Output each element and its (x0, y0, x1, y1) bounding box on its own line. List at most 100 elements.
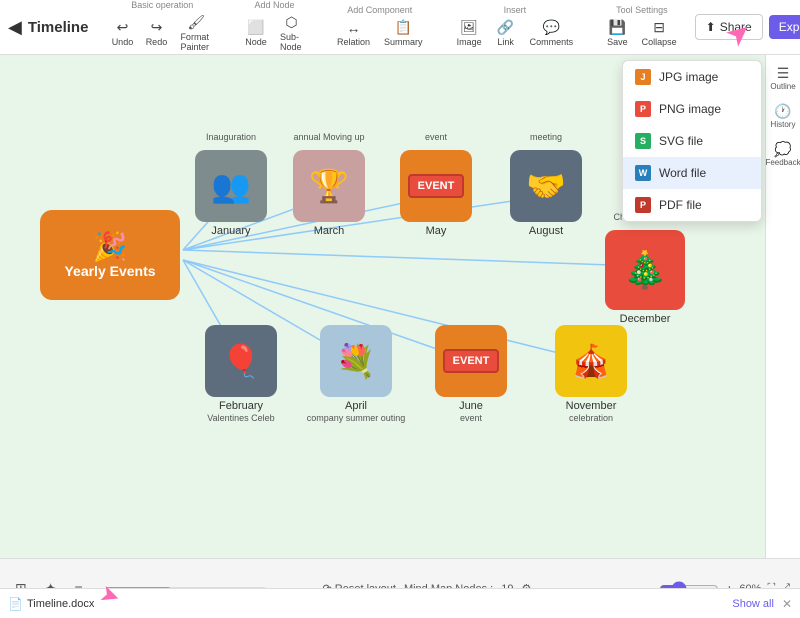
may-box: EVENT (400, 150, 472, 222)
april-box: 💐 (320, 325, 392, 397)
export-label: Export (779, 20, 800, 34)
february-box: 🎈 (205, 325, 277, 397)
history-icon: 🕐 (774, 103, 791, 120)
subnode-button[interactable]: ⬡Sub-Node (276, 12, 307, 54)
node-august[interactable]: meeting 🤝 August (510, 150, 582, 237)
april-label: April (345, 400, 367, 412)
node-march[interactable]: annual Moving up 🏆 March (293, 150, 365, 237)
redo-button[interactable]: ↪Redo (142, 17, 170, 49)
pdf-label: PDF file (659, 198, 702, 212)
export-png[interactable]: P PNG image (623, 93, 761, 125)
side-panel: ☰ Outline 🕐 History 💭 Feedback (765, 55, 800, 558)
caption-valentines: Valentines Celeb (207, 413, 274, 423)
history-button[interactable]: 🕐 History (766, 99, 800, 133)
node-january[interactable]: Inauguration 👥 January (195, 150, 267, 237)
jpg-label: JPG image (659, 70, 718, 84)
file-tab-close-button[interactable]: ✕ (782, 597, 792, 611)
june-box: EVENT (435, 325, 507, 397)
may-label: May (426, 225, 447, 237)
toolbar-group-basic: Basic operation ↩Undo ↪Redo 🖌Format Pain… (108, 0, 216, 54)
group-label-insert: Insert (504, 5, 527, 15)
april-icon: 💐 (336, 342, 376, 380)
december-label: December (620, 313, 671, 325)
central-node-label: Yearly Events (64, 263, 155, 280)
node-february[interactable]: 🎈 February Valentines Celeb (205, 325, 277, 412)
august-icon: 🤝 (526, 167, 566, 205)
back-button[interactable]: ◀ (8, 17, 22, 38)
comments-button[interactable]: 💬Comments (526, 17, 578, 49)
toolbar-group-addnode: Add Node ⬜Node ⬡Sub-Node (242, 0, 307, 54)
november-icon: 🎪 (571, 342, 611, 380)
share-icon: ⬆ (706, 20, 716, 34)
toolbar-group-addcomp: Add Component ↔Relation 📋Summary (333, 5, 427, 49)
node-april[interactable]: 💐 April company summer outing (320, 325, 392, 412)
relation-button[interactable]: ↔Relation (333, 18, 374, 49)
caption-june-event: event (460, 413, 482, 423)
file-tab: 📄 Timeline.docx Show all ✕ (0, 588, 800, 618)
march-icon: 🏆 (309, 167, 349, 205)
caption-celebration: celebration (569, 413, 613, 423)
january-icon: 👥 (211, 167, 251, 205)
outline-label: Outline (770, 82, 795, 91)
june-label: June (459, 400, 483, 412)
export-button[interactable]: Export (769, 15, 800, 39)
export-dropdown: J JPG image P PNG image S SVG file W Wor… (622, 60, 762, 222)
caption-summer: company summer outing (307, 413, 406, 423)
file-tab-name: Timeline.docx (27, 598, 94, 610)
svg-icon: S (635, 133, 651, 149)
jpg-icon: J (635, 69, 651, 85)
toolbar-group-insert: Insert 🖼Image 🔗Link 💬Comments (453, 5, 578, 49)
image-button[interactable]: 🖼Image (453, 17, 486, 49)
pdf-icon: P (635, 197, 651, 213)
export-word[interactable]: W Word file (623, 157, 761, 189)
node-december[interactable]: Christmas party 🎄 December (605, 230, 685, 325)
save-button[interactable]: 💾Save (603, 17, 632, 49)
feedback-icon: 💭 (774, 141, 791, 158)
show-all-button[interactable]: Show all (732, 598, 774, 610)
file-icon: 📄 (8, 597, 23, 611)
november-label: November (566, 400, 617, 412)
august-box: 🤝 (510, 150, 582, 222)
toolbar-group-tools: Tool Settings 💾Save ⊟Collapse (603, 5, 681, 49)
node-button[interactable]: ⬜Node (242, 17, 270, 49)
node-june[interactable]: EVENT June event (435, 325, 507, 412)
png-label: PNG image (659, 102, 721, 116)
link-button[interactable]: 🔗Link (492, 17, 520, 49)
november-box: 🎪 (555, 325, 627, 397)
format-painter-button[interactable]: 🖌Format Painter (176, 12, 216, 54)
toolbar: ◀ Timeline Basic operation ↩Undo ↪Redo 🖌… (0, 0, 800, 55)
central-node[interactable]: 🎉 Yearly Events (40, 210, 180, 300)
group-label-addcomp: Add Component (347, 5, 412, 15)
caption-annual: annual Moving up (293, 132, 364, 142)
outline-button[interactable]: ☰ Outline (766, 61, 800, 95)
png-icon: P (635, 101, 651, 117)
january-label: January (211, 225, 250, 237)
node-november[interactable]: 🎪 November celebration (555, 325, 627, 412)
february-label: February (219, 400, 263, 412)
undo-button[interactable]: ↩Undo (108, 17, 136, 49)
december-box: 🎄 (605, 230, 685, 310)
august-label: August (529, 225, 563, 237)
december-icon: 🎄 (623, 249, 668, 291)
feedback-button[interactable]: 💭 Feedback (766, 137, 800, 171)
history-label: History (771, 120, 796, 129)
feedback-label: Feedback (765, 158, 800, 167)
january-box: 👥 (195, 150, 267, 222)
caption-may-event: event (425, 132, 447, 142)
export-jpg[interactable]: J JPG image (623, 61, 761, 93)
node-may[interactable]: event EVENT May (400, 150, 472, 237)
word-label: Word file (659, 166, 706, 180)
march-label: March (314, 225, 345, 237)
summary-button[interactable]: 📋Summary (380, 17, 427, 49)
collapse-button[interactable]: ⊟Collapse (638, 17, 681, 49)
svg-label: SVG file (659, 134, 703, 148)
february-icon: 🎈 (221, 342, 261, 380)
word-icon: W (635, 165, 651, 181)
export-pdf[interactable]: P PDF file (623, 189, 761, 221)
group-label-basic: Basic operation (131, 0, 193, 10)
central-node-icon: 🎉 (93, 230, 128, 263)
group-label-tools: Tool Settings (616, 5, 668, 15)
outline-icon: ☰ (777, 65, 790, 82)
caption-inauguration: Inauguration (206, 132, 256, 142)
export-svg[interactable]: S SVG file (623, 125, 761, 157)
